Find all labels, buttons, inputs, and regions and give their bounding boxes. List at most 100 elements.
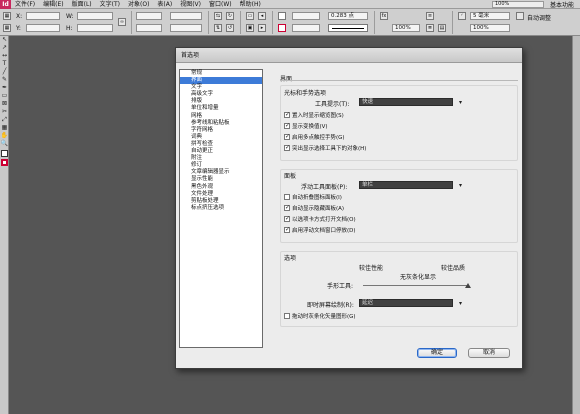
effects-fx-icon[interactable]: fx bbox=[380, 12, 388, 20]
scale-x-field[interactable] bbox=[136, 12, 162, 20]
category-item[interactable]: 参考线和粘贴板 bbox=[180, 120, 262, 127]
select-container-icon[interactable]: ▭ bbox=[246, 12, 254, 20]
live-redraw-dropdown[interactable]: 延迟 ▾ bbox=[359, 299, 462, 307]
category-item[interactable]: 黑色外观 bbox=[180, 184, 262, 191]
hand-tool-slider[interactable] bbox=[363, 285, 468, 286]
menu-layout[interactable]: 版面(L) bbox=[68, 0, 96, 9]
shear-field[interactable] bbox=[170, 24, 202, 32]
menu-help[interactable]: 帮助(H) bbox=[236, 0, 265, 9]
zoom-tool-icon[interactable]: 🔍 bbox=[0, 140, 9, 148]
menu-table[interactable]: 表(A) bbox=[153, 0, 176, 9]
y-field[interactable] bbox=[26, 24, 60, 32]
text-wrap-icon-2[interactable]: ≣ bbox=[426, 24, 434, 32]
checkbox-icon[interactable]: ✓ bbox=[284, 123, 290, 129]
category-list[interactable]: 常规 界面 文字 高级文字 排版 单位和增量 网格 参考线和粘贴板 字符网格 词典 拼写检查 自动更正… bbox=[179, 69, 263, 348]
category-item[interactable]: 词典 bbox=[180, 134, 262, 141]
check-auto-collapse[interactable]: 自动折叠图标面板(I) bbox=[284, 193, 342, 201]
ok-button[interactable]: 确定 bbox=[417, 348, 457, 358]
percent-field[interactable]: 100% bbox=[470, 24, 510, 32]
checkbox-icon[interactable]: ✓ bbox=[284, 227, 290, 233]
menu-object[interactable]: 对象(O) bbox=[124, 0, 153, 9]
check-transform-values[interactable]: ✓ 显示变换值(V) bbox=[284, 122, 328, 130]
category-item[interactable]: 单位和增量 bbox=[180, 105, 262, 112]
select-previous-icon[interactable]: ◂ bbox=[258, 12, 266, 20]
x-field[interactable] bbox=[26, 12, 60, 20]
align-icon[interactable]: ▤ bbox=[438, 24, 446, 32]
stroke-color-icon[interactable] bbox=[1, 159, 8, 166]
check-floating-docking[interactable]: ✓ 启用浮动文档窗口停放(D) bbox=[284, 226, 356, 234]
fill-color-icon[interactable] bbox=[1, 150, 8, 157]
reference-point-icon[interactable]: ▦ bbox=[3, 12, 11, 20]
auto-fit-checkbox-icon[interactable] bbox=[516, 12, 524, 20]
hand-tool-icon[interactable]: ✋ bbox=[0, 132, 9, 140]
flip-horizontal-icon[interactable]: ⇆ bbox=[214, 12, 222, 20]
scale-y-field[interactable] bbox=[136, 24, 162, 32]
select-next-icon[interactable]: ▸ bbox=[258, 24, 266, 32]
menu-edit[interactable]: 编辑(E) bbox=[39, 0, 67, 9]
scissors-tool-icon[interactable]: ✂ bbox=[0, 108, 9, 116]
tooltips-dropdown[interactable]: 快速 ▾ bbox=[359, 98, 462, 106]
category-item[interactable]: 显示性能 bbox=[180, 176, 262, 183]
category-item[interactable]: 字符网格 bbox=[180, 127, 262, 134]
check-multitouch[interactable]: ✓ 启用多点触控手势(G) bbox=[284, 133, 345, 141]
pen-tool-icon[interactable]: ✒ bbox=[0, 84, 9, 92]
check-highlight-object[interactable]: ✓ 突出显示选择工具下的对象(H) bbox=[284, 144, 366, 152]
direct-selection-tool-icon[interactable]: ↗ bbox=[0, 44, 9, 52]
rotate-icon[interactable]: ↻ bbox=[226, 12, 234, 20]
gradient-tool-icon[interactable]: ▦ bbox=[0, 124, 9, 132]
category-item[interactable]: 文件处理 bbox=[180, 191, 262, 198]
menu-window[interactable]: 窗口(W) bbox=[205, 0, 236, 9]
free-transform-tool-icon[interactable]: ⤢ bbox=[0, 116, 9, 124]
stroke-dropdown[interactable] bbox=[292, 24, 320, 32]
selection-tool-icon[interactable]: ↖ bbox=[0, 36, 9, 44]
category-item[interactable]: 剪贴板处理 bbox=[180, 198, 262, 205]
stroke-type-dropdown[interactable] bbox=[328, 24, 368, 32]
text-wrap-icon[interactable]: ≡ bbox=[426, 12, 434, 20]
corner-size-field[interactable]: 5 毫米 bbox=[470, 12, 510, 20]
checkbox-icon[interactable] bbox=[284, 313, 290, 319]
gap-tool-icon[interactable]: ↔ bbox=[0, 52, 9, 60]
type-tool-icon[interactable]: T bbox=[0, 60, 9, 68]
constrain-proportions-icon[interactable]: ∞ bbox=[118, 18, 126, 26]
floating-panel-value: 单栏 bbox=[362, 182, 374, 188]
floating-panel-dropdown[interactable]: 单栏 ▾ bbox=[359, 181, 462, 189]
stroke-swatch-icon[interactable] bbox=[278, 24, 286, 32]
cancel-button[interactable]: 取消 bbox=[468, 348, 510, 358]
zoom-level-field[interactable]: 100% bbox=[491, 0, 544, 8]
menu-view[interactable]: 视图(V) bbox=[176, 0, 205, 9]
checkbox-icon[interactable]: ✓ bbox=[284, 205, 290, 211]
check-open-as-tabs[interactable]: ✓ 以选项卡方式打开文档(O) bbox=[284, 215, 356, 223]
check-greek-vectors[interactable]: 拖动时灰条化矢量图形(G) bbox=[284, 312, 356, 320]
category-item[interactable]: 标点挤压选项 bbox=[180, 205, 262, 212]
opacity-field[interactable]: 100% bbox=[392, 24, 420, 32]
check-auto-show-hidden[interactable]: ✓ 自动显示隐藏面板(A) bbox=[284, 204, 344, 212]
menu-type[interactable]: 文字(T) bbox=[96, 0, 124, 9]
checkbox-icon[interactable]: ✓ bbox=[284, 216, 290, 222]
menu-file[interactable]: 文件(F) bbox=[11, 0, 39, 9]
h-field[interactable] bbox=[77, 24, 113, 32]
checkbox-icon[interactable] bbox=[284, 194, 290, 200]
checkbox-icon[interactable]: ✓ bbox=[284, 112, 290, 118]
fill-swatch-icon[interactable] bbox=[278, 12, 286, 20]
line-tool-icon[interactable]: ╱ bbox=[0, 68, 9, 76]
pencil-tool-icon[interactable]: ✎ bbox=[0, 76, 9, 84]
flip-vertical-icon[interactable]: ⇅ bbox=[214, 24, 222, 32]
slider-thumb-icon[interactable] bbox=[465, 283, 471, 288]
rotate-ccw-icon[interactable]: ↺ bbox=[226, 24, 234, 32]
check-thumbnail[interactable]: ✓ 置入时显示缩览图(S) bbox=[284, 111, 344, 119]
checkbox-icon[interactable]: ✓ bbox=[284, 145, 290, 151]
w-field[interactable] bbox=[77, 12, 113, 20]
stroke-weight-field[interactable]: 0.283 点 bbox=[328, 12, 368, 20]
corner-shape-icon[interactable]: ◜ bbox=[458, 12, 466, 20]
workspace-switcher[interactable]: 基本功能 bbox=[550, 0, 580, 9]
category-item[interactable]: 拼写检查 bbox=[180, 141, 262, 148]
rotate-field[interactable] bbox=[170, 12, 202, 20]
category-item[interactable]: 网格 bbox=[180, 113, 262, 120]
rectangle-tool-icon[interactable]: ▭ bbox=[0, 92, 9, 100]
check-label: 自动显示隐藏面板(A) bbox=[292, 206, 345, 212]
checkbox-icon[interactable]: ✓ bbox=[284, 134, 290, 140]
reference-point-icon-2[interactable]: ▦ bbox=[3, 24, 11, 32]
rectangle-frame-tool-icon[interactable]: ⊠ bbox=[0, 100, 9, 108]
fill-dropdown[interactable] bbox=[292, 12, 320, 20]
select-content-icon[interactable]: ▣ bbox=[246, 24, 254, 32]
